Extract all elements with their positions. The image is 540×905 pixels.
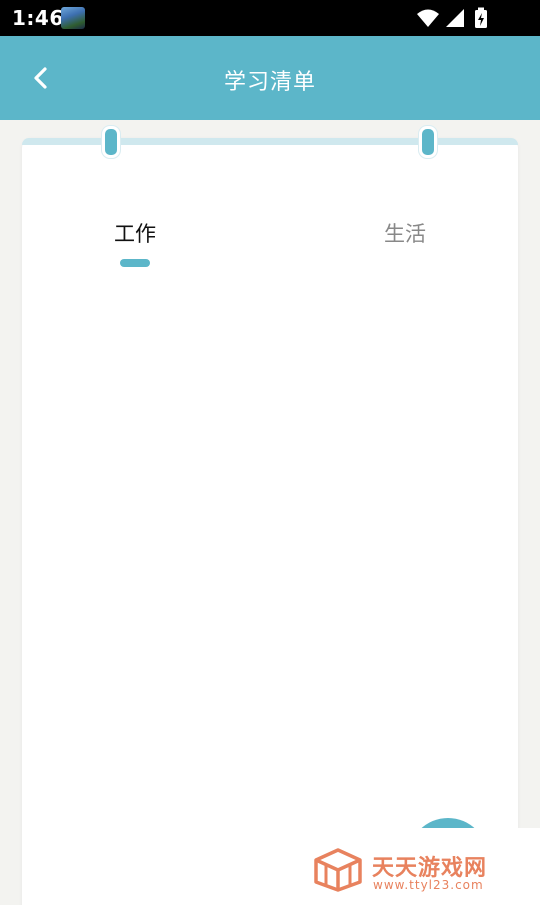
gallery-app-icon <box>61 7 85 29</box>
app-header: 学习清单 <box>0 36 540 120</box>
wifi-icon <box>417 9 439 27</box>
status-bar: 1:46 <box>0 0 540 36</box>
binder-ring-right <box>419 126 437 158</box>
watermark-overlay: 天天游戏网 www.ttyl23.com <box>22 828 540 905</box>
watermark-logo-icon <box>314 848 362 892</box>
signal-icon <box>446 9 464 27</box>
binder-ring-left <box>102 126 120 158</box>
watermark-url: www.ttyl23.com <box>373 878 484 892</box>
tab-selected-indicator <box>120 259 150 267</box>
notebook-card: 工作 生活 <box>22 126 518 905</box>
tab-life[interactable]: 生活 <box>384 218 426 248</box>
battery-charging-icon <box>475 7 487 28</box>
card-binding-strip <box>22 138 518 145</box>
page-title: 学习清单 <box>223 70 316 95</box>
status-time: 1:46 <box>12 6 64 30</box>
tab-work[interactable]: 工作 <box>114 218 156 248</box>
task-list-empty-area <box>22 278 518 905</box>
